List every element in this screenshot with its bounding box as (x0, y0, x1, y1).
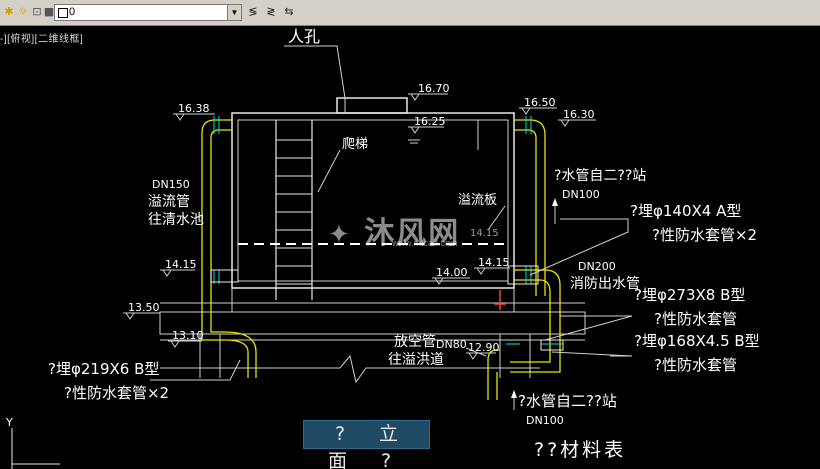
left-pipe-flanges (213, 116, 238, 284)
ucs-y-label: Y (5, 416, 13, 429)
fire-outlet-size: DN200 (578, 260, 616, 273)
sleeve-left-line1: ?埋φ219X6 B型 (48, 360, 159, 378)
right-top-note-size: DN100 (562, 188, 600, 201)
sleeve-left-line2: ?性防水套管×2 (64, 384, 169, 402)
manhole-label: 人孔 (288, 27, 320, 46)
elev-right-mid-a: 14.00 (436, 266, 468, 279)
right-top-note-line1: ?水管自二??站 (554, 168, 646, 184)
view-title: ? 立 面 ? (303, 420, 430, 469)
left-overflow-pipe (201, 119, 257, 378)
elev-top-right-inner: 16.30 (563, 108, 595, 121)
elev-base-left: 13.50 (128, 301, 160, 314)
bottom-inlet-size: DN100 (526, 414, 564, 427)
fire-outlet-label: 消防出水管 (570, 276, 640, 292)
left-note-size: DN150 (152, 178, 190, 191)
elev-left-mid: 14.15 (165, 258, 197, 271)
elev-manhole-top: 16.70 (418, 82, 450, 95)
drain-note-line1: 放空管 (394, 334, 436, 350)
overflow-plate-label: 溢流板 (458, 193, 497, 208)
ucs-icon (11, 428, 60, 469)
left-note-line1: 溢流管 (148, 194, 190, 210)
elev-right-mid-b: 14.15 (478, 256, 510, 269)
elev-top-left: 16.38 (178, 102, 210, 115)
sleeve-a-line1: ?埋φ140X4 A型 (630, 202, 741, 220)
elev-base-left-low: 13.10 (172, 329, 204, 342)
sleeve-a-line2: ?性防水套管×2 (652, 226, 757, 244)
sleeve-b2-line1: ?埋φ168X4.5 B型 (634, 332, 760, 350)
base-slab (159, 311, 586, 335)
sleeve-b2-line2: ?性防水套管 (654, 356, 737, 374)
pier-lines (199, 288, 531, 378)
elev-base-right-low: 12.90 (468, 341, 500, 354)
bottom-inlet-line1: ?水管自二??站 (518, 392, 617, 410)
manhole-neck (336, 97, 408, 114)
left-note-line2: 往清水池 (148, 212, 204, 228)
right-sleeve (507, 265, 539, 285)
watermark-url: www.mfcad.com (392, 238, 458, 248)
ladder-rungs (276, 139, 312, 285)
break-line (160, 354, 540, 384)
drain-note-size: DN80 (436, 338, 467, 351)
elev-top-right-outer: 16.50 (524, 96, 556, 109)
ladder-label: 爬梯 (342, 137, 368, 152)
bottom-inlet-pipe (487, 349, 500, 400)
elev-right-mid-c: 14.15 (470, 228, 499, 239)
fire-outlet-pipe (510, 269, 561, 373)
left-sleeve (210, 269, 239, 283)
elev-water-level: 16.25 (414, 115, 446, 128)
cad-application-window: { "toolbar": { "layer_value": "0", "icon… (0, 0, 820, 469)
sleeve-b1-line2: ?性防水套管 (654, 310, 737, 328)
material-table-title: ??材料表 (534, 439, 626, 461)
drain-note-line2: 往溢洪道 (388, 352, 444, 368)
sleeve-b1-line1: ?埋φ273X8 B型 (634, 286, 745, 304)
